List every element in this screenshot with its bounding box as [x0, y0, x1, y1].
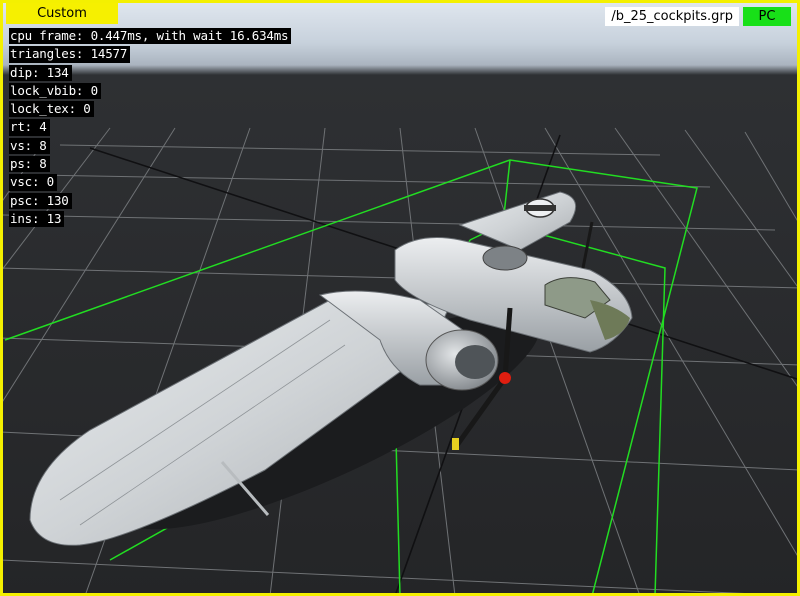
stat-triangles: triangles: 14577: [9, 46, 131, 63]
stat-lock-tex: lock_tex: 0: [9, 101, 94, 118]
aircraft-model[interactable]: [29, 191, 633, 567]
spinner: [499, 372, 511, 384]
stat-psc: psc: 130: [9, 192, 72, 209]
stat-ins: ins: 13: [9, 210, 65, 228]
stat-cpu-frame: cpu frame: 0.447ms, with wait 16.634ms: [9, 28, 292, 45]
stat-vsc: vsc: 0: [9, 174, 57, 191]
stat-ps: ps: 8: [9, 156, 50, 173]
right-wing: [458, 191, 577, 251]
stat-vs: vs: 8: [9, 137, 50, 155]
file-name-label: /b_25_cockpits.grp: [605, 7, 739, 26]
stats-overlay: cpu frame: 0.447ms, with wait 16.634ms t…: [9, 28, 292, 229]
stat-lock-vbib: lock_vbib: 0: [9, 82, 101, 100]
mode-tab-custom[interactable]: Custom: [6, 3, 118, 24]
stat-dip: dip: 134: [9, 64, 72, 81]
platform-badge: PC: [743, 7, 791, 26]
3d-viewport[interactable]: Custom /b_25_cockpits.grp PC cpu frame: …: [0, 0, 800, 596]
star-insignia: [524, 198, 556, 218]
stat-rt: rt: 4: [9, 119, 50, 136]
top-turret: [482, 245, 528, 271]
